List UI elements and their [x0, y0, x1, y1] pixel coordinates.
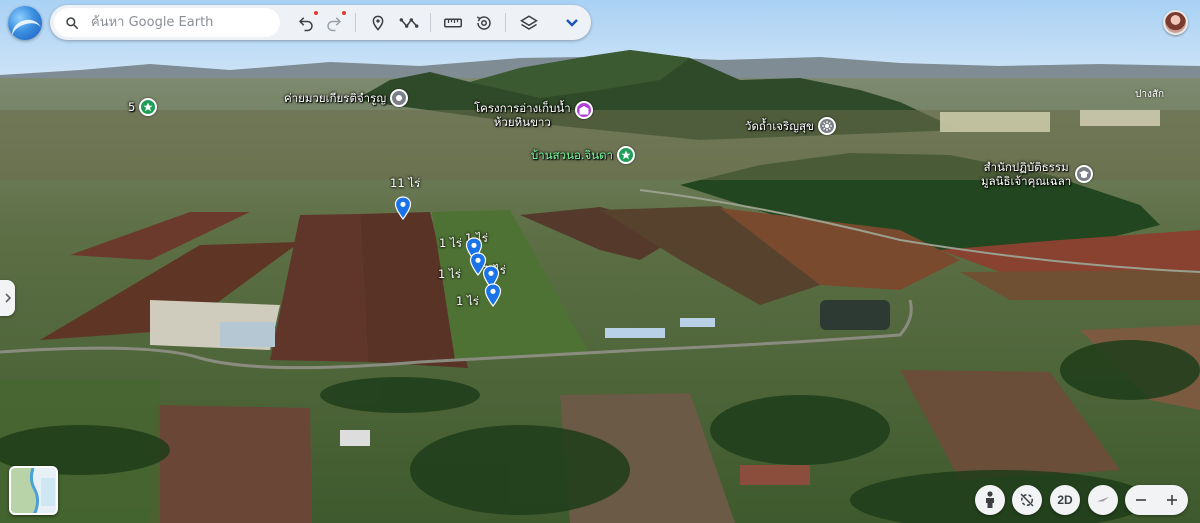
poi-muay-camp-label: ค่ายมวยเกียรติจำรูญ: [284, 91, 387, 105]
education-icon: [1075, 165, 1094, 183]
toolbar-divider: [505, 13, 506, 32]
place-pin-icon: [372, 15, 384, 31]
poi-dharma-label-line2: มูลนิธิเจ้าคุณเฉลา: [981, 174, 1072, 188]
toggle-orbit-button[interactable]: [1012, 485, 1042, 515]
poi-reservoir-label: โครงการอ่างเก็บน้ำ ห้วยหินขาว: [474, 101, 571, 129]
account-avatar[interactable]: [1163, 10, 1188, 35]
undo-button[interactable]: [294, 11, 318, 35]
undo-icon: [298, 17, 313, 32]
chevron-down-icon: [566, 19, 578, 27]
placemark-pin[interactable]: [394, 196, 412, 220]
redo-button[interactable]: [322, 11, 346, 35]
toolbar-divider: [430, 13, 431, 32]
minimap-icon: [11, 468, 56, 513]
poi-left-cluster[interactable]: 5: [128, 98, 158, 116]
measure-button[interactable]: [441, 11, 465, 35]
view-mode-label: 2D: [1057, 493, 1073, 507]
street-view-button[interactable]: [975, 485, 1005, 515]
poi-reservoir[interactable]: โครงการอ่างเก็บน้ำ ห้วยหินขาว: [474, 101, 593, 129]
pegman-icon: [986, 491, 994, 508]
search-input[interactable]: [91, 15, 271, 30]
historical-imagery-button[interactable]: [472, 11, 496, 35]
landmark-icon: [574, 101, 593, 119]
placemark-label: 11 ไร่: [390, 176, 421, 190]
zoom-in-button[interactable]: [1156, 485, 1187, 515]
zoom-control: [1125, 485, 1188, 515]
side-panel-toggle[interactable]: [0, 280, 15, 316]
satellite-map-view[interactable]: [0, 0, 1200, 523]
toggle-2d-3d-button[interactable]: 2D: [1050, 485, 1080, 515]
park-icon: [617, 146, 636, 164]
top-toolbar: [50, 5, 591, 40]
toolbar-divider: [355, 13, 356, 32]
placemark-label: 1 ไร่: [439, 236, 462, 250]
placemark-label: 1 ไร่: [438, 267, 461, 281]
park-icon: [139, 98, 158, 116]
chevron-right-icon: [4, 293, 11, 303]
redo-icon: [327, 17, 342, 32]
search-bar[interactable]: [54, 8, 280, 37]
google-earth-logo[interactable]: [8, 6, 42, 40]
compass-icon: [1097, 497, 1109, 502]
layers-icon: [520, 15, 538, 30]
poi-dharma-center[interactable]: สำนักปฏิบัติธรรม มูลนิธิเจ้าคุณเฉลา: [981, 160, 1094, 188]
poi-muay-camp[interactable]: ค่ายมวยเกียรติจำรูญ: [284, 89, 409, 107]
poi-garden[interactable]: บ้านสวนอ.จินดา: [531, 146, 636, 164]
poi-garden-label: บ้านสวนอ.จินดา: [531, 148, 614, 162]
search-icon: [66, 16, 79, 29]
map-style-button[interactable]: [517, 11, 541, 35]
poi-temple[interactable]: วัดถ้ำเจริญสุข: [745, 117, 836, 135]
draw-path-button[interactable]: [397, 11, 421, 35]
orbit-off-icon: [1020, 493, 1034, 507]
plus-icon: [1166, 495, 1177, 505]
location-icon: [390, 89, 409, 107]
placemark-label: 1 ไร่: [456, 294, 479, 308]
placemark-pin[interactable]: [484, 283, 502, 307]
poi-count-label: 5: [128, 100, 136, 114]
add-placemark-button[interactable]: [366, 11, 390, 35]
zoom-out-button[interactable]: [1125, 485, 1156, 515]
history-icon: [476, 16, 491, 30]
path-icon: [399, 18, 419, 28]
poi-dharma-label-line1: สำนักปฏิบัติธรรม: [983, 160, 1069, 174]
expand-toolbar-button[interactable]: [560, 11, 584, 35]
ruler-icon: [444, 18, 462, 28]
temple-icon: [817, 117, 836, 135]
minus-icon: [1135, 499, 1146, 501]
far-place-label: ปางสัก: [1135, 89, 1165, 100]
undo-indicator: [314, 11, 318, 15]
redo-indicator: [342, 11, 346, 15]
poi-temple-label: วัดถ้ำเจริญสุข: [745, 119, 814, 133]
compass-button[interactable]: [1088, 485, 1118, 515]
overview-minimap[interactable]: [9, 466, 58, 515]
